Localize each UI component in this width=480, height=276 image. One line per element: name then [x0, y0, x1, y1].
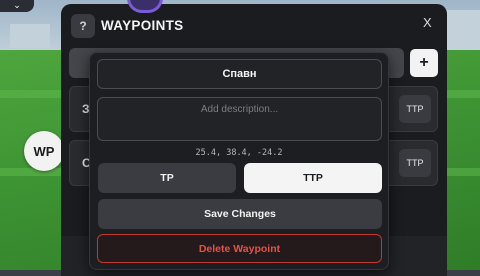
edit-waypoint-popup: Спавн Add description... 25.4, 38.4, -24… [89, 52, 389, 270]
waypoint-name-field[interactable]: Спавн [97, 59, 382, 89]
waypoints-toggle-button[interactable]: WP [24, 131, 64, 171]
row-ttp-button[interactable]: TTP [399, 149, 431, 177]
tp-button[interactable]: TP [98, 163, 236, 193]
coordinates-readout: 25.4, 38.4, -24.2 [195, 148, 283, 158]
help-button[interactable]: ? [71, 14, 95, 38]
save-changes-button[interactable]: Save Changes [98, 199, 382, 229]
avatar [127, 0, 163, 13]
ttp-button[interactable]: TTP [244, 163, 382, 193]
window-title: WAYPOINTS [101, 18, 184, 33]
row-ttp-button[interactable]: TTP [399, 95, 431, 123]
delete-waypoint-button[interactable]: Delete Waypoint [97, 234, 382, 263]
description-field[interactable]: Add description... [97, 97, 382, 141]
add-waypoint-button[interactable]: + [410, 49, 438, 77]
background-block [10, 24, 50, 48]
chevron-down-icon: ⌄ [13, 0, 21, 10]
hud-corner[interactable]: ⌄ [0, 0, 34, 12]
close-button[interactable]: X [423, 15, 432, 30]
